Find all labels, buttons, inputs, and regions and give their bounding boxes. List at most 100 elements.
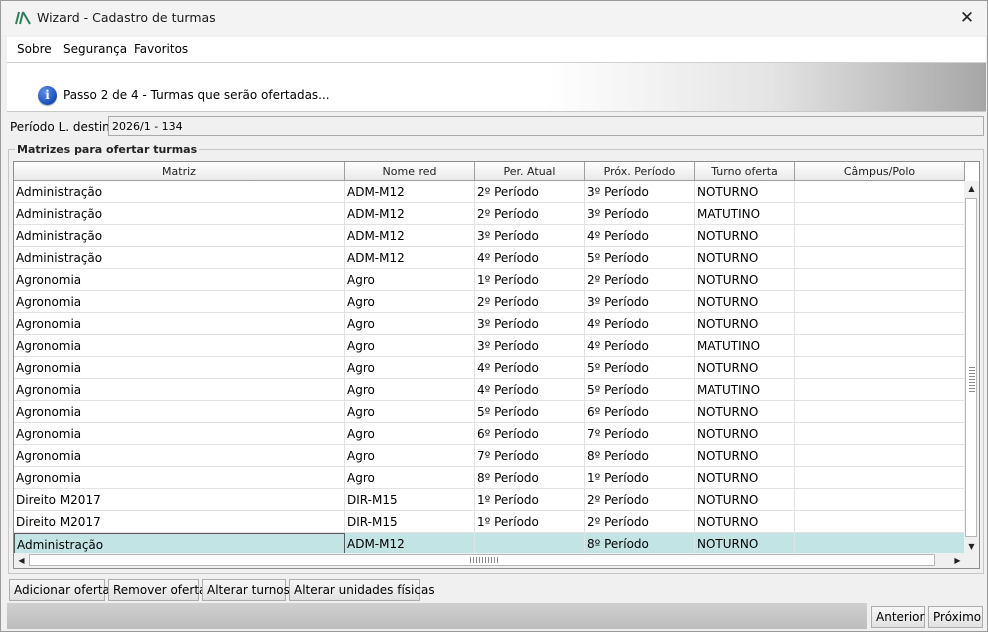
cell-per-atual[interactable]: 1º Período <box>475 489 585 511</box>
cell-turno-oferta[interactable]: NOTURNO <box>695 225 795 247</box>
cell-turno-oferta[interactable]: NOTURNO <box>695 181 795 203</box>
cell-nome-red[interactable]: Agro <box>345 401 475 423</box>
cell-campus-polo[interactable] <box>795 291 965 313</box>
cell-matriz[interactable]: Administração <box>14 203 345 225</box>
table-row[interactable]: Administração ADM-M12 3º Período 4º Período… <box>14 225 965 247</box>
scroll-up-arrow-icon[interactable]: ▲ <box>964 181 979 196</box>
cell-prox-periodo[interactable]: 3º Período <box>585 291 695 313</box>
cell-matriz[interactable]: Administração <box>14 247 345 269</box>
table-row[interactable]: Agronomia Agro 5º Período 6º Período NOTURNO <box>14 401 965 423</box>
cell-prox-periodo[interactable]: 1º Período <box>585 467 695 489</box>
cell-campus-polo[interactable] <box>795 181 965 203</box>
cell-nome-red[interactable]: Agro <box>345 423 475 445</box>
cell-campus-polo[interactable] <box>795 401 965 423</box>
cell-campus-polo[interactable] <box>795 313 965 335</box>
change-physical-units-button[interactable]: Alterar unidades físicas <box>289 579 435 601</box>
cell-matriz[interactable]: Agronomia <box>14 313 345 335</box>
cell-prox-periodo[interactable]: 3º Período <box>585 203 695 225</box>
cell-turno-oferta[interactable]: NOTURNO <box>695 247 795 269</box>
cell-matriz[interactable]: Agronomia <box>14 445 345 467</box>
cell-nome-red[interactable]: Agro <box>345 357 475 379</box>
table-row[interactable]: Agronomia Agro 7º Período 8º Período NOTURNO <box>14 445 965 467</box>
table-row[interactable]: Agronomia Agro 2º Período 3º Período NOTURNO <box>14 291 965 313</box>
cell-campus-polo[interactable] <box>795 335 965 357</box>
cell-per-atual[interactable]: 2º Período <box>475 181 585 203</box>
cell-per-atual[interactable]: 3º Período <box>475 225 585 247</box>
table-row[interactable]: Administração ADM-M12 2º Período 3º Período… <box>14 203 965 225</box>
cell-turno-oferta[interactable]: MATUTINO <box>695 379 795 401</box>
cell-matriz[interactable]: Agronomia <box>14 269 345 291</box>
table-row[interactable]: Administração ADM-M12 8º Período NOTURNO <box>14 533 965 554</box>
cell-turno-oferta[interactable]: NOTURNO <box>695 445 795 467</box>
cell-per-atual[interactable]: 6º Período <box>475 423 585 445</box>
table-row[interactable]: Agronomia Agro 8º Período 1º Período NOTURNO <box>14 467 965 489</box>
cell-campus-polo[interactable] <box>795 247 965 269</box>
cell-per-atual[interactable]: 3º Período <box>475 335 585 357</box>
table-row[interactable]: Agronomia Agro 4º Período 5º Período MATUTIN… <box>14 379 965 401</box>
cell-campus-polo[interactable] <box>795 379 965 401</box>
scroll-left-arrow-icon[interactable]: ◀ <box>14 553 29 568</box>
cell-turno-oferta[interactable]: MATUTINO <box>695 335 795 357</box>
cell-campus-polo[interactable] <box>795 533 965 554</box>
cell-turno-oferta[interactable]: NOTURNO <box>695 357 795 379</box>
cell-turno-oferta[interactable]: NOTURNO <box>695 489 795 511</box>
cell-per-atual[interactable]: 1º Período <box>475 511 585 533</box>
cell-prox-periodo[interactable]: 4º Período <box>585 225 695 247</box>
cell-campus-polo[interactable] <box>795 225 965 247</box>
cell-matriz[interactable]: Administração <box>14 533 345 554</box>
cell-nome-red[interactable]: Agro <box>345 269 475 291</box>
menu-favoritos[interactable]: Favoritos <box>134 42 188 56</box>
table-row[interactable]: Administração ADM-M12 2º Período 3º Período… <box>14 181 965 203</box>
cell-nome-red[interactable]: Agro <box>345 313 475 335</box>
cell-campus-polo[interactable] <box>795 489 965 511</box>
cell-per-atual[interactable]: 8º Período <box>475 467 585 489</box>
cell-campus-polo[interactable] <box>795 423 965 445</box>
cell-per-atual[interactable] <box>475 533 585 554</box>
table-row[interactable]: Agronomia Agro 6º Período 7º Período NOTURNO <box>14 423 965 445</box>
cell-prox-periodo[interactable]: 4º Período <box>585 313 695 335</box>
cell-turno-oferta[interactable]: NOTURNO <box>695 511 795 533</box>
cell-turno-oferta[interactable]: MATUTINO <box>695 203 795 225</box>
cell-prox-periodo[interactable]: 2º Período <box>585 269 695 291</box>
column-header-campus-polo[interactable]: Câmpus/Polo <box>795 162 965 181</box>
cell-campus-polo[interactable] <box>795 445 965 467</box>
table-row[interactable]: Direito M2017 DIR-M15 1º Período 2º Período… <box>14 489 965 511</box>
cell-matriz[interactable]: Agronomia <box>14 357 345 379</box>
cell-nome-red[interactable]: DIR-M15 <box>345 511 475 533</box>
cell-per-atual[interactable]: 2º Período <box>475 291 585 313</box>
cell-nome-red[interactable]: ADM-M12 <box>345 247 475 269</box>
cell-turno-oferta[interactable]: NOTURNO <box>695 467 795 489</box>
cell-prox-periodo[interactable]: 7º Período <box>585 423 695 445</box>
cell-per-atual[interactable]: 3º Período <box>475 313 585 335</box>
cell-nome-red[interactable]: ADM-M12 <box>345 181 475 203</box>
column-header-turno-oferta[interactable]: Turno oferta <box>695 162 795 181</box>
vertical-scroll-thumb[interactable] <box>965 198 977 537</box>
cell-prox-periodo[interactable]: 2º Período <box>585 511 695 533</box>
cell-matriz[interactable]: Administração <box>14 181 345 203</box>
menu-seguranca[interactable]: Segurança <box>63 42 127 56</box>
cell-prox-periodo[interactable]: 8º Período <box>585 445 695 467</box>
cell-matriz[interactable]: Agronomia <box>14 291 345 313</box>
vertical-scrollbar[interactable]: ▲ ▼ <box>964 181 979 554</box>
cell-prox-periodo[interactable]: 5º Período <box>585 357 695 379</box>
table-row[interactable]: Agronomia Agro 3º Período 4º Período NOTURNO <box>14 313 965 335</box>
back-button[interactable]: Anterior <box>871 606 925 628</box>
cell-turno-oferta[interactable]: NOTURNO <box>695 313 795 335</box>
cell-turno-oferta[interactable]: NOTURNO <box>695 401 795 423</box>
period-field[interactable]: 2026/1 - 134 <box>108 116 984 136</box>
cell-nome-red[interactable]: ADM-M12 <box>345 225 475 247</box>
cell-per-atual[interactable]: 4º Período <box>475 379 585 401</box>
cell-campus-polo[interactable] <box>795 357 965 379</box>
table-row[interactable]: Direito M2017 DIR-M15 1º Período 2º Período… <box>14 511 965 533</box>
cell-campus-polo[interactable] <box>795 269 965 291</box>
cell-turno-oferta[interactable]: NOTURNO <box>695 291 795 313</box>
cell-per-atual[interactable]: 2º Período <box>475 203 585 225</box>
cell-matriz[interactable]: Agronomia <box>14 423 345 445</box>
table-row[interactable]: Agronomia Agro 1º Período 2º Período NOTURNO <box>14 269 965 291</box>
cell-matriz[interactable]: Agronomia <box>14 379 345 401</box>
close-button[interactable]: ✕ <box>955 7 979 29</box>
change-shifts-button[interactable]: Alterar turnos <box>202 579 290 601</box>
cell-per-atual[interactable]: 1º Período <box>475 269 585 291</box>
cell-prox-periodo[interactable]: 5º Período <box>585 247 695 269</box>
cell-prox-periodo[interactable]: 6º Período <box>585 401 695 423</box>
